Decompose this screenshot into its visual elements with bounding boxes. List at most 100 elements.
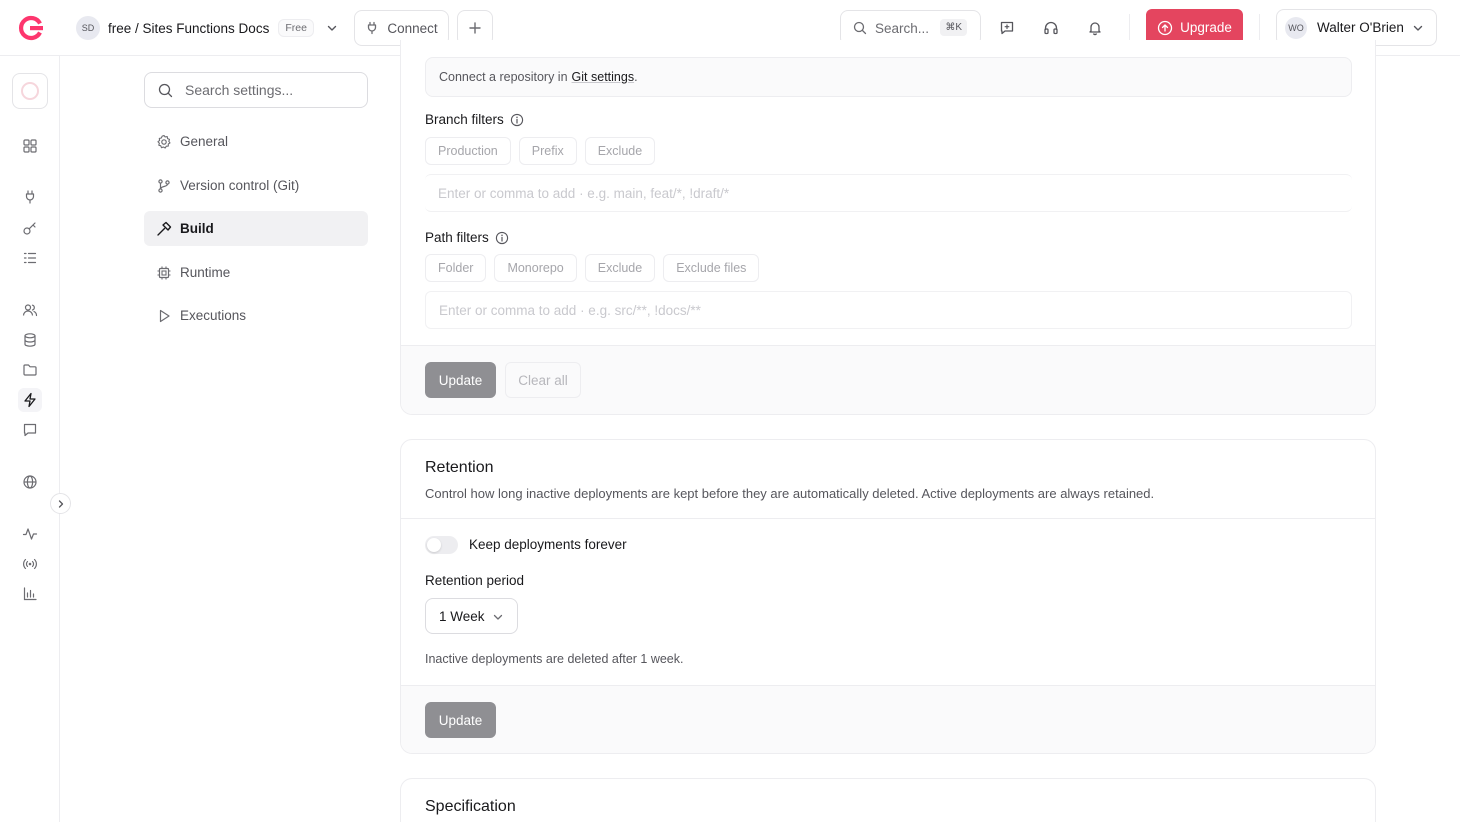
chevron-right-icon — [56, 499, 66, 509]
path-filter-input[interactable]: Enter or comma to add · e.g. src/**, !do… — [425, 291, 1352, 329]
play-icon — [156, 308, 172, 324]
plus-icon — [468, 21, 482, 35]
path-filter-chips: Folder Monorepo Exclude Exclude files — [425, 254, 760, 282]
retention-period-value: 1 Week — [439, 608, 485, 624]
expand-sidebar-button[interactable] — [50, 493, 71, 514]
hammer-icon — [156, 221, 172, 237]
nav-item-build[interactable]: Build — [144, 211, 368, 246]
keep-forever-label: Keep deployments forever — [469, 537, 627, 552]
nav-item-label: Version control (Git) — [180, 178, 300, 193]
retention-card-footer: Update — [401, 685, 1375, 753]
retention-period-select[interactable]: 1 Week — [425, 598, 518, 634]
chip-monorepo[interactable]: Monorepo — [494, 254, 577, 282]
filters-card-footer: Update Clear all — [401, 345, 1375, 414]
retention-title: Retention — [425, 459, 494, 476]
avatar: WO — [1285, 16, 1307, 39]
upgrade-label: Upgrade — [1180, 20, 1232, 35]
path-filters-label: Path filters — [425, 230, 509, 245]
plan-badge: Free — [278, 19, 314, 37]
topbar-divider — [1259, 14, 1260, 42]
connect-suffix: . — [634, 70, 638, 84]
settings-search-input[interactable]: Search settings... — [144, 72, 368, 108]
globe-icon[interactable] — [18, 470, 42, 494]
specification-title: Specification — [425, 798, 516, 815]
message-icon[interactable] — [18, 418, 42, 442]
users-icon[interactable] — [18, 298, 42, 322]
chip-production[interactable]: Production — [425, 137, 511, 165]
plug-icon — [365, 21, 379, 35]
branch-filter-chips: Production Prefix Exclude — [425, 137, 656, 165]
overview-icon[interactable] — [18, 134, 42, 158]
branch-filters-label: Branch filters — [425, 112, 524, 127]
organization-button[interactable] — [12, 73, 48, 109]
info-icon[interactable] — [495, 231, 509, 245]
upgrade-arrow-icon — [1157, 20, 1173, 36]
info-icon[interactable] — [510, 113, 524, 127]
chip-exclude[interactable]: Exclude — [584, 137, 656, 165]
divider — [401, 518, 1375, 519]
path-filter-placeholder: Enter or comma to add · e.g. src/**, !do… — [439, 302, 701, 318]
chip-exclude[interactable]: Exclude — [584, 254, 656, 282]
chevron-down-icon — [1412, 22, 1424, 34]
update-filters-button[interactable]: Update — [425, 362, 496, 398]
settings-search-placeholder: Search settings... — [185, 82, 294, 98]
nav-item-executions[interactable]: Executions — [144, 298, 368, 333]
keep-forever-toggle[interactable] — [425, 536, 458, 554]
bell-icon[interactable] — [1083, 16, 1107, 40]
nav-item-runtime[interactable]: Runtime — [144, 255, 368, 290]
specification-card: Specification — [400, 778, 1376, 822]
search-icon — [158, 83, 173, 98]
retention-helper-text: Inactive deployments are deleted after 1… — [425, 652, 684, 666]
organization-icon — [21, 82, 39, 100]
project-name: free / Sites Functions Docs — [108, 20, 270, 36]
project-avatar: SD — [76, 16, 100, 40]
connect-repository-notice: Connect a repository in Git settings . — [425, 57, 1352, 97]
chip-prefix[interactable]: Prefix — [518, 137, 577, 165]
git-settings-link[interactable]: Git settings — [572, 70, 635, 84]
bar-chart-icon[interactable] — [18, 582, 42, 606]
search-icon — [853, 21, 867, 35]
app-logo-icon[interactable] — [18, 15, 44, 41]
user-name: Walter O'Brien — [1317, 20, 1404, 35]
retention-description: Control how long inactive deployments ar… — [425, 486, 1155, 501]
gear-icon — [156, 134, 172, 150]
topbar-divider — [1129, 14, 1130, 42]
headset-icon[interactable] — [1039, 16, 1063, 40]
connect-text: Connect a repository in — [439, 70, 568, 84]
build-filters-card: Connect a repository in Git settings . B… — [400, 40, 1376, 415]
nav-item-label: Build — [180, 221, 214, 236]
sidebar-rail — [0, 56, 71, 822]
update-retention-button[interactable]: Update — [425, 702, 496, 738]
search-shortcut: ⌘K — [940, 19, 967, 36]
folder-icon[interactable] — [18, 358, 42, 382]
connect-label: Connect — [387, 20, 438, 36]
branch-filters-text: Branch filters — [425, 112, 504, 127]
feedback-icon[interactable] — [995, 16, 1019, 40]
signal-icon[interactable] — [18, 552, 42, 576]
nav-item-label: Runtime — [180, 265, 231, 280]
global-search-placeholder: Search... — [875, 20, 930, 36]
chevron-down-icon — [326, 22, 338, 34]
chevron-down-icon — [492, 611, 504, 623]
chip-icon — [156, 265, 172, 281]
clear-all-button[interactable]: Clear all — [505, 362, 581, 398]
plug-icon[interactable] — [18, 185, 42, 209]
nav-item-general[interactable]: General — [144, 124, 368, 159]
chip-folder[interactable]: Folder — [425, 254, 487, 282]
retention-period-label: Retention period — [425, 573, 525, 588]
git-branch-icon — [156, 178, 172, 194]
bolt-icon[interactable] — [18, 388, 42, 412]
key-icon[interactable] — [18, 216, 42, 240]
path-filters-text: Path filters — [425, 230, 489, 245]
nav-item-label: General — [180, 134, 229, 149]
retention-card: Retention Control how long inactive depl… — [400, 439, 1376, 754]
list-icon[interactable] — [18, 246, 42, 270]
nav-item-version-control[interactable]: Version control (Git) — [144, 168, 368, 203]
branch-filter-placeholder: Enter or comma to add · e.g. main, feat/… — [438, 185, 730, 201]
branch-filter-input[interactable]: Enter or comma to add · e.g. main, feat/… — [425, 174, 1352, 212]
activity-icon[interactable] — [18, 522, 42, 546]
chip-exclude-files[interactable]: Exclude files — [663, 254, 760, 282]
project-switcher[interactable]: SD free / Sites Functions Docs Free — [76, 15, 338, 41]
nav-item-label: Executions — [180, 308, 247, 323]
database-icon[interactable] — [18, 328, 42, 352]
